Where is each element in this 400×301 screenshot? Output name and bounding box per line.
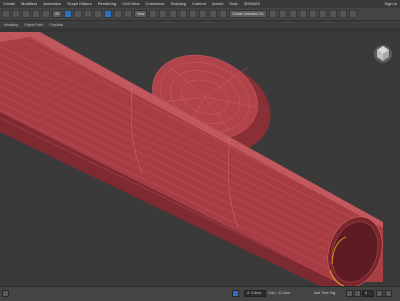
snaps-toggle-icon[interactable]	[179, 10, 188, 18]
lock-selection-icon[interactable]	[232, 290, 239, 297]
menu-3dsmax[interactable]: 3DSMAX	[241, 0, 263, 8]
select-manipulate-icon[interactable]	[159, 10, 168, 18]
menu-modifiers[interactable]: Modifiers	[18, 0, 40, 8]
menu-content[interactable]: Content	[189, 0, 209, 8]
pivot-center-icon[interactable]	[149, 10, 158, 18]
viewport-scene	[0, 32, 392, 286]
undo-icon[interactable]	[2, 10, 10, 18]
spinner-snap-icon[interactable]	[209, 10, 218, 18]
link-icon[interactable]	[22, 10, 30, 18]
perspective-viewport[interactable]	[0, 32, 400, 286]
selection-filter-dropdown[interactable]: All	[52, 10, 62, 18]
move-icon[interactable]	[103, 10, 112, 18]
frame-field[interactable]: 0	[362, 290, 374, 297]
edit-named-selection-icon[interactable]	[219, 10, 228, 18]
align-icon[interactable]	[278, 10, 287, 18]
rotate-icon[interactable]	[113, 10, 122, 18]
menu-bar: Create Modifiers Animation Graph Editors…	[0, 0, 400, 8]
play-icon[interactable]	[354, 290, 361, 297]
main-toolbar: All View Create Selection Se	[0, 8, 400, 21]
mirror-icon[interactable]	[268, 10, 277, 18]
keyboard-shortcut-icon[interactable]	[169, 10, 178, 18]
zoom-icon[interactable]	[376, 290, 383, 297]
grid-readout: Grid = 10.0cm	[268, 291, 291, 295]
menu-scripting[interactable]: Scripting	[167, 0, 189, 8]
maxscript-listener-icon[interactable]	[2, 290, 9, 297]
select-by-name-icon[interactable]	[73, 10, 82, 18]
menu-graph-editors[interactable]: Graph Editors	[64, 0, 95, 8]
curve-editor-icon[interactable]	[298, 10, 307, 18]
scale-icon[interactable]	[123, 10, 132, 18]
menu-civil-view[interactable]: Civil View	[119, 0, 142, 8]
window-crossing-icon[interactable]	[93, 10, 102, 18]
x-coordinate-field[interactable]: X: 3.5cm	[244, 290, 266, 297]
render-setup-icon[interactable]	[328, 10, 337, 18]
sign-in-link[interactable]: Sign In	[385, 0, 397, 8]
schematic-view-icon[interactable]	[308, 10, 317, 18]
add-time-tag-label[interactable]: Add Time Tag	[314, 291, 335, 295]
orbit-icon[interactable]	[385, 290, 392, 297]
region-select-icon[interactable]	[83, 10, 92, 18]
rendered-frame-icon[interactable]	[338, 10, 347, 18]
bind-space-warp-icon[interactable]	[42, 10, 50, 18]
percent-snap-icon[interactable]	[199, 10, 208, 18]
menu-rendering[interactable]: Rendering	[95, 0, 119, 8]
menu-arnold[interactable]: Arnold	[209, 0, 227, 8]
menu-create[interactable]: Create	[0, 0, 18, 8]
redo-icon[interactable]	[12, 10, 20, 18]
reference-coord-dropdown[interactable]: View	[133, 10, 148, 18]
named-selection-set-dropdown[interactable]: Create Selection Se	[229, 10, 267, 18]
menu-animation[interactable]: Animation	[40, 0, 64, 8]
ribbon-tabs: Modeling Object Paint Populate	[0, 21, 400, 28]
ribbon-tab-populate[interactable]: Populate	[49, 23, 63, 27]
select-object-icon[interactable]	[63, 10, 72, 18]
menu-customize[interactable]: Customize	[142, 0, 167, 8]
angle-snap-icon[interactable]	[189, 10, 198, 18]
status-bar: X: 3.5cm Grid = 10.0cm Add Time Tag 0	[0, 286, 400, 301]
go-to-start-icon[interactable]	[346, 290, 353, 297]
viewcube-icon[interactable]	[374, 45, 392, 63]
unlink-icon[interactable]	[32, 10, 40, 18]
render-production-icon[interactable]	[348, 10, 357, 18]
ribbon-tab-modeling[interactable]: Modeling	[4, 23, 18, 27]
material-editor-icon[interactable]	[318, 10, 327, 18]
menu-help[interactable]: Help	[227, 0, 241, 8]
layer-explorer-icon[interactable]	[288, 10, 297, 18]
ribbon-tab-object-paint[interactable]: Object Paint	[24, 23, 43, 27]
